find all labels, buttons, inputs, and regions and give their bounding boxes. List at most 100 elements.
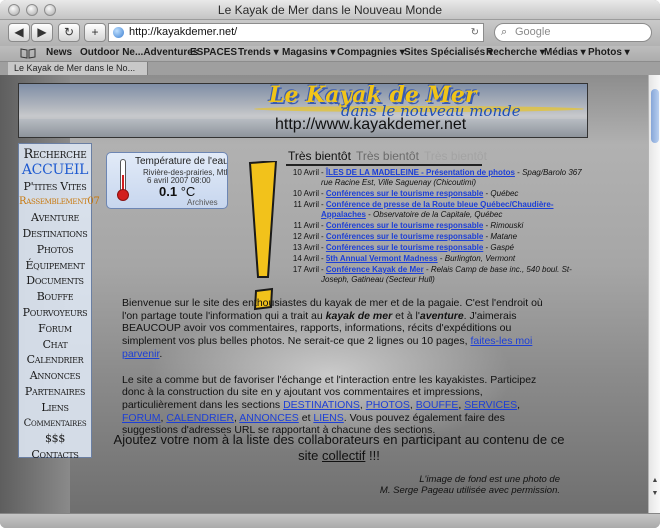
- tab-tres-bientot-1[interactable]: Très bientôt: [288, 149, 351, 163]
- browser-toolbar: ◀ ▶ ↻ + http://kayakdemer.net/ ↻ ⌕ Googl…: [0, 20, 660, 46]
- search-placeholder: Google: [515, 26, 551, 38]
- credit-line-2: M. Serge Pageau utilisée avec permission…: [379, 485, 560, 496]
- event-date: 14 Avril: [292, 254, 319, 263]
- event-item: 10 Avril - ÎLES DE LA MADELEINE - Présen…: [283, 168, 583, 188]
- nav-annonces[interactable]: Annonces: [19, 368, 91, 384]
- link-liens[interactable]: LIENS: [313, 412, 343, 424]
- forward-button[interactable]: ▶: [31, 23, 53, 42]
- scrollbar-thumb[interactable]: [651, 89, 659, 143]
- nav-contacts[interactable]: Contacts: [19, 447, 91, 463]
- bookmark-sites-specialises[interactable]: Sites Spécialisés ▾: [404, 47, 493, 58]
- site-banner[interactable]: Le Kayak de Mer dans le nouveau monde ht…: [18, 83, 588, 138]
- temperature-title: Température de l'eau: [135, 156, 228, 167]
- nav-accueil[interactable]: ACCUEIL: [19, 162, 91, 179]
- bookmark-medias[interactable]: Médias ▾: [544, 47, 586, 58]
- nav-chat[interactable]: Chat: [19, 337, 91, 353]
- window-title: Le Kayak de Mer dans le Nouveau Monde: [217, 3, 443, 17]
- tab-tres-bientot-3[interactable]: Très bientôt: [424, 149, 487, 163]
- bookmark-compagnies[interactable]: Compagnies ▾: [337, 47, 405, 58]
- intro-paragraph-2: Le site a comme but de favoriser l'échan…: [122, 373, 537, 437]
- bookmark-trends[interactable]: Trends ▾: [238, 47, 279, 58]
- bookmark-recherche[interactable]: Recherche ▾: [486, 47, 545, 58]
- link-annonces[interactable]: ANNONCES: [239, 412, 299, 424]
- nav-bouffe[interactable]: Bouffe: [19, 289, 91, 305]
- bookmark-espaces[interactable]: ESPACES: [190, 47, 237, 58]
- event-sep: -: [365, 210, 374, 219]
- event-link[interactable]: ÎLES DE LA MADELEINE - Présentation de p…: [326, 168, 515, 177]
- nav-ptites-vites[interactable]: P'tites Vites: [19, 179, 91, 195]
- globe-icon: [113, 27, 124, 38]
- nav-calendrier[interactable]: Calendrier: [19, 352, 91, 368]
- temperature-number: 0.1: [159, 184, 178, 199]
- nav-destinations[interactable]: Destinations: [19, 226, 91, 242]
- photo-credit: L'image de fond est une photo de M. Serg…: [300, 474, 560, 496]
- event-item: 10 Avril - Conférences sur le tourisme r…: [283, 189, 583, 199]
- event-link[interactable]: Conférences sur le tourisme responsable: [326, 232, 483, 241]
- nav-commentaires[interactable]: Commentaires: [19, 416, 91, 432]
- event-link[interactable]: Conférences sur le tourisme responsable: [326, 189, 483, 198]
- intro-emphasis-kayak: kayak de mer: [325, 309, 393, 322]
- bookmark-outdoor[interactable]: Outdoor Ne...Adventures: [80, 47, 198, 58]
- intro-text-span: .: [159, 347, 163, 360]
- scroll-down-arrow-icon[interactable]: ▼: [649, 488, 660, 500]
- browser-window: Le Kayak de Mer dans le Nouveau Monde ◀ …: [0, 0, 660, 528]
- event-link[interactable]: Conférences sur le tourisme responsable: [326, 221, 483, 230]
- web-page: Le Kayak de Mer dans le nouveau monde ht…: [0, 75, 648, 513]
- event-link[interactable]: Conférence Kayak de Mer: [326, 265, 424, 274]
- bookmark-photos[interactable]: Photos ▾: [588, 47, 630, 58]
- event-item: 11 Avril - Conférence de presse de la Ro…: [283, 200, 583, 220]
- temperature-unit: °C: [180, 184, 196, 199]
- reload-icon: ↻: [63, 25, 75, 39]
- nav-partenaires[interactable]: Partenaires: [19, 384, 91, 400]
- nav-liens[interactable]: Liens: [19, 400, 91, 416]
- bookmark-news[interactable]: News: [46, 47, 72, 58]
- nav-aventure[interactable]: Aventure: [19, 210, 91, 226]
- address-text: http://kayakdemer.net/: [129, 26, 238, 38]
- nav-pourvoyeurs[interactable]: Pourvoyeurs: [19, 305, 91, 321]
- nav-photos[interactable]: Photos: [19, 242, 91, 258]
- tab-kayak-de-mer[interactable]: Le Kayak de Mer dans le No...: [8, 62, 148, 75]
- vertical-scrollbar[interactable]: ▲ ▼: [648, 75, 660, 513]
- reload-button[interactable]: ↻: [58, 23, 80, 42]
- link-forum[interactable]: FORUM: [122, 412, 161, 424]
- event-location: Observatoire de la Capitale, Québec: [373, 210, 503, 219]
- back-arrow-icon: ◀: [14, 25, 24, 39]
- intro-text: Bienvenue sur le site des enthousiastes …: [122, 297, 554, 450]
- nav-forum[interactable]: Forum: [19, 321, 91, 337]
- address-bar[interactable]: http://kayakdemer.net/ ↻: [108, 23, 484, 42]
- collaborators-call[interactable]: Ajoutez votre nom à la liste des collabo…: [112, 432, 566, 464]
- events-tabs: Très bientôt Très bientôt Très bientôt: [284, 149, 487, 166]
- nav-recherche[interactable]: Recherche: [19, 147, 91, 163]
- event-link[interactable]: 5th Annual Vermont Madness: [326, 254, 438, 263]
- event-location: Québec: [490, 189, 519, 198]
- intro-emphasis-aventure: aventure: [419, 309, 464, 322]
- nav-documents[interactable]: Documents: [19, 273, 91, 289]
- add-bookmark-button[interactable]: +: [84, 23, 106, 42]
- link-calendrier[interactable]: CALENDRIER: [166, 412, 234, 424]
- event-location: Burlington, Vermont: [444, 254, 516, 263]
- nav-equipement[interactable]: Équipement: [19, 258, 91, 274]
- link-photos[interactable]: PHOTOS: [366, 399, 410, 411]
- intro-paragraph-1: Bienvenue sur le site des enthousiastes …: [122, 297, 554, 361]
- link-destinations[interactable]: DESTINATIONS: [283, 399, 360, 411]
- cta-text-end: !!!: [365, 448, 380, 463]
- refresh-icon[interactable]: ↻: [471, 24, 479, 41]
- event-sep: -: [514, 168, 523, 177]
- water-temperature-widget[interactable]: Température de l'eau Rivière-des-prairie…: [106, 152, 228, 209]
- scroll-up-arrow-icon[interactable]: ▲: [649, 475, 660, 487]
- nav-rassemblement07[interactable]: Rassemblement07: [19, 194, 100, 210]
- bookmarks-book-icon[interactable]: [20, 48, 36, 59]
- link-services[interactable]: SERVICES: [464, 399, 517, 411]
- tab-tres-bientot-2[interactable]: Très bientôt: [356, 149, 419, 163]
- temperature-archives-link[interactable]: Archives: [187, 198, 218, 207]
- forward-arrow-icon: ▶: [37, 25, 47, 39]
- event-item: 14 Avril - 5th Annual Vermont Madness - …: [283, 254, 583, 264]
- tabs-underline: [286, 164, 482, 166]
- back-button[interactable]: ◀: [8, 23, 30, 42]
- event-sep: -: [437, 254, 445, 263]
- nav-dons[interactable]: $$$: [19, 431, 91, 447]
- link-bouffe[interactable]: BOUFFE: [416, 399, 459, 411]
- search-field[interactable]: ⌕ Google: [494, 23, 652, 42]
- event-link[interactable]: Conférences sur le tourisme responsable: [326, 243, 483, 252]
- bookmark-magasins[interactable]: Magasins ▾: [282, 47, 335, 58]
